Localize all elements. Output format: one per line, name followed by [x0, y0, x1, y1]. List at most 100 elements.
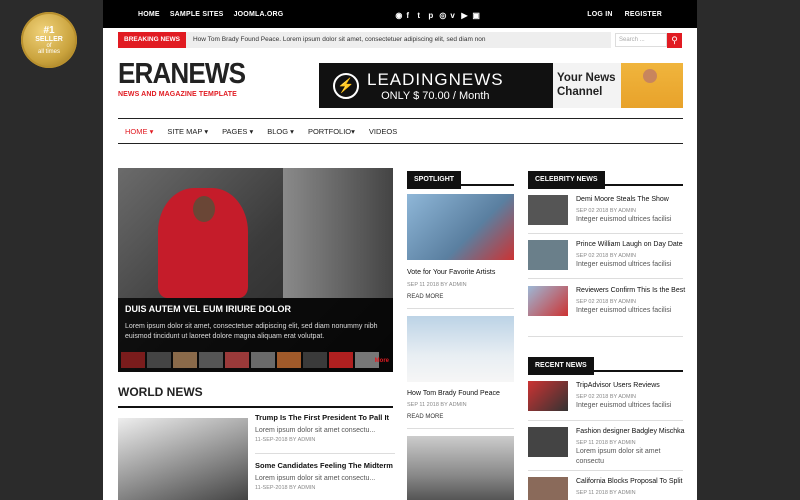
celebrity-news-item-title[interactable]: Reviewers Confirm This Is the Best [576, 287, 685, 294]
divider [528, 470, 683, 471]
recent-news-thumb[interactable] [528, 381, 568, 411]
ad-light-panel: Your News Channel [553, 63, 683, 108]
recent-news-item-title[interactable]: California Blocks Proposal To Split [576, 478, 682, 485]
spotlight-item-title[interactable]: Vote for Your Favorite Artists [407, 269, 495, 276]
ad-person-image [621, 63, 683, 108]
top-link-sample-sites[interactable]: SAMPLE SITES [170, 11, 224, 18]
spotlight-item-meta: SEP 11 2018 BY ADMIN [407, 402, 467, 408]
hero-thumb[interactable] [225, 352, 249, 368]
world-news-heading: WORLD NEWS [118, 385, 393, 408]
world-news-item-meta: 11-SEP-2018 BY ADMIN [255, 437, 316, 443]
celebrity-news-item: Reviewers Confirm This Is the Best SEP 0… [528, 286, 685, 322]
nav-blog[interactable]: BLOG ▾ [267, 127, 294, 136]
vimeo-icon[interactable]: v [450, 11, 456, 20]
hero-more-link[interactable]: More [375, 358, 389, 364]
recent-news-item: California Blocks Proposal To Split SEP … [528, 477, 683, 500]
breaking-label: BREAKING NEWS [118, 32, 186, 48]
nav-portfolio[interactable]: PORTFOLIO▾ [308, 127, 355, 136]
hero-thumb[interactable] [199, 352, 223, 368]
celebrity-news-item-title[interactable]: Prince William Laugh on Day Date [576, 241, 683, 248]
recent-news-item-title[interactable]: Fashion designer Badgley Mischka [576, 428, 685, 435]
spotlight-image[interactable] [407, 194, 514, 260]
instagram-icon[interactable]: ▣ [472, 11, 480, 20]
celebrity-news-thumb[interactable] [528, 195, 568, 225]
ad-price: ONLY $ 70.00 / Month [381, 89, 490, 102]
top-link-joomla[interactable]: JOOMLA.ORG [234, 11, 284, 18]
celebrity-news-thumb[interactable] [528, 286, 568, 316]
search-button[interactable]: ⚲ [666, 32, 682, 48]
recent-news-item: TripAdvisor Users Reviews SEP 02 2018 BY… [528, 381, 683, 417]
search-icon: ⚲ [671, 34, 678, 45]
world-news-item-desc: Lorem ipsum dolor sit amet consectu... [255, 427, 376, 434]
spotlight-heading: SPOTLIGHT [407, 168, 514, 189]
ad-side-text: Your News Channel [557, 71, 616, 98]
rss-icon[interactable]: ◉ [395, 11, 402, 20]
recent-news-item-meta: SEP 02 2018 BY ADMIN [576, 394, 637, 400]
read-more-link[interactable]: READ MORE [407, 414, 443, 420]
celebrity-news-item-meta: SEP 02 2018 BY ADMIN [576, 208, 637, 214]
auth-links: LOG IN REGISTER [587, 11, 662, 18]
ad-brand: LEADINGNEWS [367, 69, 504, 89]
celebrity-news-thumb[interactable] [528, 240, 568, 270]
register-link[interactable]: REGISTER [625, 11, 662, 18]
read-more-link[interactable]: READ MORE [407, 294, 443, 300]
youtube-icon[interactable]: ▶ [461, 11, 467, 20]
login-link[interactable]: LOG IN [587, 11, 612, 18]
ad-dark-panel: ⚡ LEADINGNEWS ONLY $ 70.00 / Month [319, 63, 553, 108]
recent-news-item-meta: SEP 11 2018 BY ADMIN [576, 490, 636, 496]
hero-slider[interactable]: DUIS AUTEM VEL EUM IRIURE DOLOR Lorem ip… [118, 168, 393, 372]
world-news-item-meta: 11-SEP-2018 BY ADMIN [255, 485, 316, 491]
pinterest-icon[interactable]: p [428, 11, 434, 20]
world-news-image[interactable] [118, 418, 248, 500]
ad-text: LEADINGNEWS ONLY $ 70.00 / Month [367, 70, 504, 102]
bestseller-badge: #1 SELLER of all times [21, 12, 77, 68]
celebrity-news-item: Demi Moore Steals The Show SEP 02 2018 B… [528, 195, 683, 231]
celebrity-news-item-meta: SEP 02 2018 BY ADMIN [576, 299, 637, 305]
nav-videos[interactable]: VIDEOS [369, 127, 397, 136]
search-input[interactable]: Search ... [614, 33, 667, 47]
nav-pages[interactable]: PAGES ▾ [222, 127, 253, 136]
ad-banner[interactable]: ⚡ LEADINGNEWS ONLY $ 70.00 / Month Your … [319, 63, 683, 108]
social-icons: ◉ f t p ◎ v ▶ ▣ [395, 11, 480, 20]
badge-seller: SELLER [35, 35, 63, 43]
twitter-icon[interactable]: t [417, 11, 423, 20]
spotlight-title: SPOTLIGHT [407, 171, 462, 189]
breaking-ticker[interactable]: How Tom Brady Found Peace. Lorem ipsum d… [185, 32, 611, 48]
spotlight-image[interactable] [407, 316, 514, 382]
bolt-icon: ⚡ [333, 72, 359, 99]
spotlight-item-meta: SEP 11 2018 BY ADMIN [407, 282, 467, 288]
recent-news-thumb[interactable] [528, 427, 568, 457]
celebrity-news-heading: CELEBRITY NEWS [528, 168, 683, 189]
hero-thumb[interactable] [173, 352, 197, 368]
dribbble-icon[interactable]: ◎ [439, 11, 446, 20]
hero-thumb[interactable] [329, 352, 353, 368]
top-links: HOME SAMPLE SITES JOOMLA.ORG [138, 11, 283, 18]
logo-title: ERANEWS [118, 58, 246, 90]
hero-title[interactable]: DUIS AUTEM VEL EUM IRIURE DOLOR [125, 304, 291, 314]
recent-news-item-title[interactable]: TripAdvisor Users Reviews [576, 382, 660, 389]
template-page: HOME SAMPLE SITES JOOMLA.ORG ◉ f t p ◎ v… [103, 0, 697, 500]
world-news-item-title[interactable]: Some Candidates Feeling The Midterm [255, 461, 395, 470]
recent-news-thumb[interactable] [528, 477, 568, 500]
celebrity-news-item-meta: SEP 02 2018 BY ADMIN [576, 253, 637, 259]
hero-thumb[interactable] [147, 352, 171, 368]
hero-thumb[interactable] [251, 352, 275, 368]
hero-thumb[interactable] [303, 352, 327, 368]
nav-home[interactable]: HOME ▾ [125, 127, 153, 136]
divider [528, 278, 683, 279]
recent-news-heading: RECENT NEWS [528, 354, 683, 375]
celebrity-news-item-title[interactable]: Demi Moore Steals The Show [576, 196, 669, 203]
nav-site-map[interactable]: SITE MAP ▾ [167, 127, 208, 136]
world-news-item: Some Candidates Feeling The Midterm Lore… [255, 461, 395, 491]
top-link-home[interactable]: HOME [138, 11, 160, 18]
celebrity-news-item: Prince William Laugh on Day Date SEP 02 … [528, 240, 683, 276]
breaking-news-bar: BREAKING NEWS How Tom Brady Found Peace.… [118, 32, 683, 48]
site-logo[interactable]: ERANEWS NEWS AND MAGAZINE TEMPLATE [118, 58, 259, 99]
badge-rank: #1 [43, 24, 55, 36]
facebook-icon[interactable]: f [406, 11, 412, 20]
hero-thumb[interactable] [121, 352, 145, 368]
spotlight-image[interactable] [407, 436, 514, 500]
world-news-item-title[interactable]: Trump Is The First President To Pall It [255, 413, 395, 422]
hero-thumb[interactable] [277, 352, 301, 368]
spotlight-item-title[interactable]: How Tom Brady Found Peace [407, 390, 500, 397]
